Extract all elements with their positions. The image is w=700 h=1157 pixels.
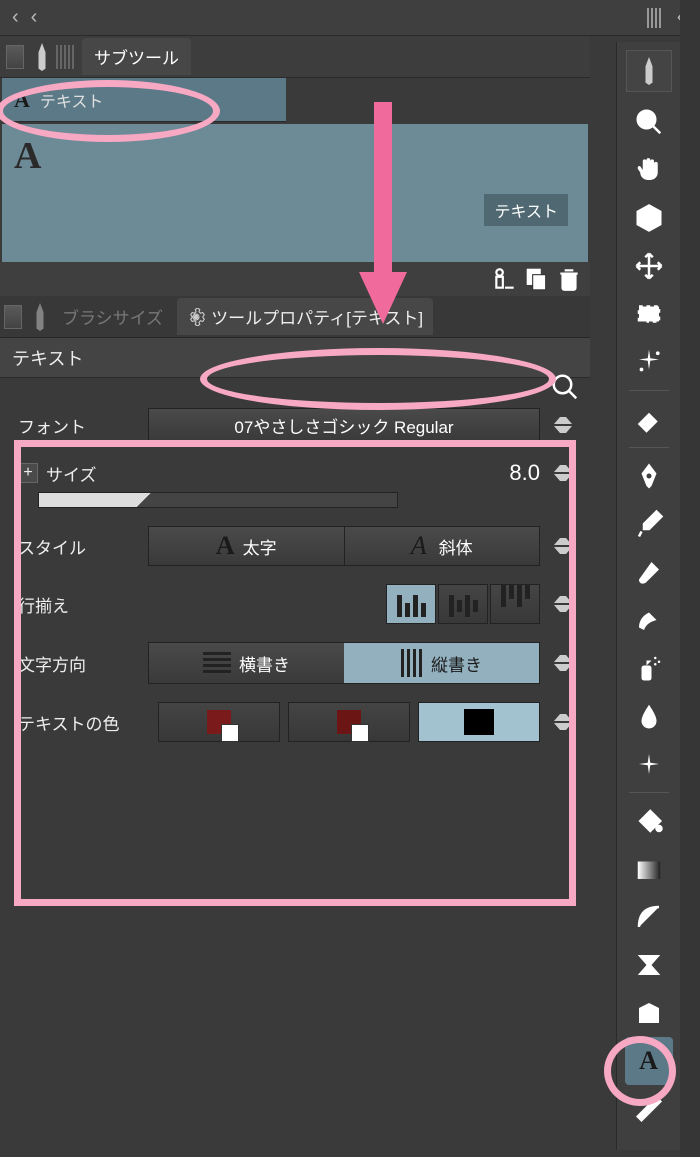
sparkle-tool-icon[interactable] [625,740,673,788]
color-stepper[interactable] [554,714,572,730]
color-sub-button[interactable] [288,702,410,742]
direction-label: 文字方向 [18,651,138,676]
vertical-label: 縦書き [431,651,482,676]
size-stepper[interactable] [554,465,572,481]
bold-a-icon: A [216,531,235,561]
subtool-panel-header: サブツール [0,36,590,78]
subtool-tab[interactable]: サブツール [82,38,191,75]
shape-tool-icon[interactable] [625,941,673,989]
pen-icon [30,43,54,71]
text-tool-label: テキスト [484,194,568,226]
color-active-button[interactable] [418,702,540,742]
text-a-icon: A [14,87,30,113]
horizontal-label: 横書き [239,651,290,676]
tool-property-panel: フォント 07やさしさゴシック Regular + サイズ 8.0 スタイル A… [0,378,590,772]
brush-size-label: ブラシサイズ [62,304,163,329]
font-value: 07やさしさゴシック Regular [234,413,453,438]
grip-icon [56,45,74,69]
panel-drag-handle-icon[interactable] [6,45,24,69]
magnify-icon[interactable] [550,372,580,402]
brush-size-tab[interactable]: ブラシサイズ [52,298,173,335]
frame-tool-icon[interactable] [625,989,673,1037]
font-select[interactable]: 07やさしさゴシック Regular [148,408,540,442]
style-stepper[interactable] [554,538,572,554]
chevron-left-icon[interactable]: ‹ [6,2,25,33]
toolbar-drag-handle[interactable] [626,50,672,92]
eraser-tool-icon[interactable] [625,395,673,443]
panel-drag-handle-icon[interactable] [4,305,22,329]
cube-tool-icon[interactable] [625,194,673,242]
spray-tool-icon[interactable] [625,644,673,692]
italic-label: 斜体 [439,534,473,559]
duplicate-icon[interactable] [524,266,550,292]
eyedropper-tool-icon[interactable] [625,500,673,548]
separator [629,447,669,448]
align-row: 行揃え [18,584,572,624]
size-label: サイズ [46,461,97,486]
magnify-tool-icon[interactable] [625,98,673,146]
size-value: 8.0 [509,460,540,486]
size-slider[interactable] [38,492,398,508]
lasso-tool-icon[interactable] [625,290,673,338]
color-main-button[interactable] [158,702,280,742]
align-center-button[interactable] [438,584,488,624]
bold-button[interactable]: A 太字 [149,527,345,565]
separator [629,792,669,793]
font-row: フォント 07やさしさゴシック Regular [18,408,572,442]
gradient-tool-icon[interactable] [625,845,673,893]
tool-property-tab-label: ツールプロパティ[テキスト] [211,304,423,329]
text-tool-preview[interactable]: A テキスト [2,124,588,262]
brush-tool-icon[interactable] [625,548,673,596]
align-bottom-button[interactable] [490,584,540,624]
bold-label: 太字 [243,534,277,559]
top-chevron-bar: ‹ ‹ « [0,0,700,36]
ruler-tool-icon[interactable] [625,1085,673,1133]
style-row: スタイル A 太字 A 斜体 [18,526,572,566]
horizontal-lines-icon [203,652,231,674]
text-tool-icon[interactable]: A [625,1037,673,1085]
grip-lines-icon [647,8,661,28]
wand-tool-icon[interactable] [625,338,673,386]
vertical-text-button[interactable]: 縦書き [344,643,539,683]
direction-row: 文字方向 横書き 縦書き [18,642,572,684]
smudge-tool-icon[interactable] [625,596,673,644]
style-label: スタイル [18,534,138,559]
chevron-left-icon-2[interactable]: ‹ [25,2,44,33]
tool-property-title: テキスト [0,338,590,378]
font-stepper[interactable] [554,417,572,433]
plus-expand-icon[interactable]: + [18,463,38,483]
subtool-text-tab[interactable]: A テキスト [2,78,286,122]
text-color-row: テキストの色 [18,702,572,742]
nib-pen-tool-icon[interactable] [625,452,673,500]
direction-stepper[interactable] [554,655,572,671]
tool-property-tab[interactable]: ツールプロパティ[テキスト] [177,298,433,335]
text-a-large-icon: A [14,134,41,178]
bucket-tool-icon[interactable] [625,797,673,845]
hand-tool-icon[interactable] [625,146,673,194]
pen-icon [28,303,52,331]
subtool-text-label: テキスト [40,88,104,112]
text-color-label: テキストの色 [18,710,148,735]
trash-icon[interactable] [556,266,582,292]
subtool-actions [0,262,590,296]
align-label: 行揃え [18,592,138,617]
gear-icon [187,308,205,326]
right-toolbar: A [616,42,680,1150]
property-tab-row: ブラシサイズ ツールプロパティ[テキスト] [0,296,590,338]
italic-a-icon: A [411,531,427,561]
vertical-lines-icon [401,649,423,677]
drop-tool-icon[interactable] [625,692,673,740]
horizontal-text-button[interactable]: 横書き [149,643,344,683]
move-tool-icon[interactable] [625,242,673,290]
far-right-edge [680,0,700,1157]
align-stepper[interactable] [554,596,572,612]
separator [629,390,669,391]
align-top-button[interactable] [386,584,436,624]
italic-button[interactable]: A 斜体 [345,527,540,565]
curve-tool-icon[interactable] [625,893,673,941]
font-label: フォント [18,413,138,438]
property-icon[interactable] [492,266,518,292]
